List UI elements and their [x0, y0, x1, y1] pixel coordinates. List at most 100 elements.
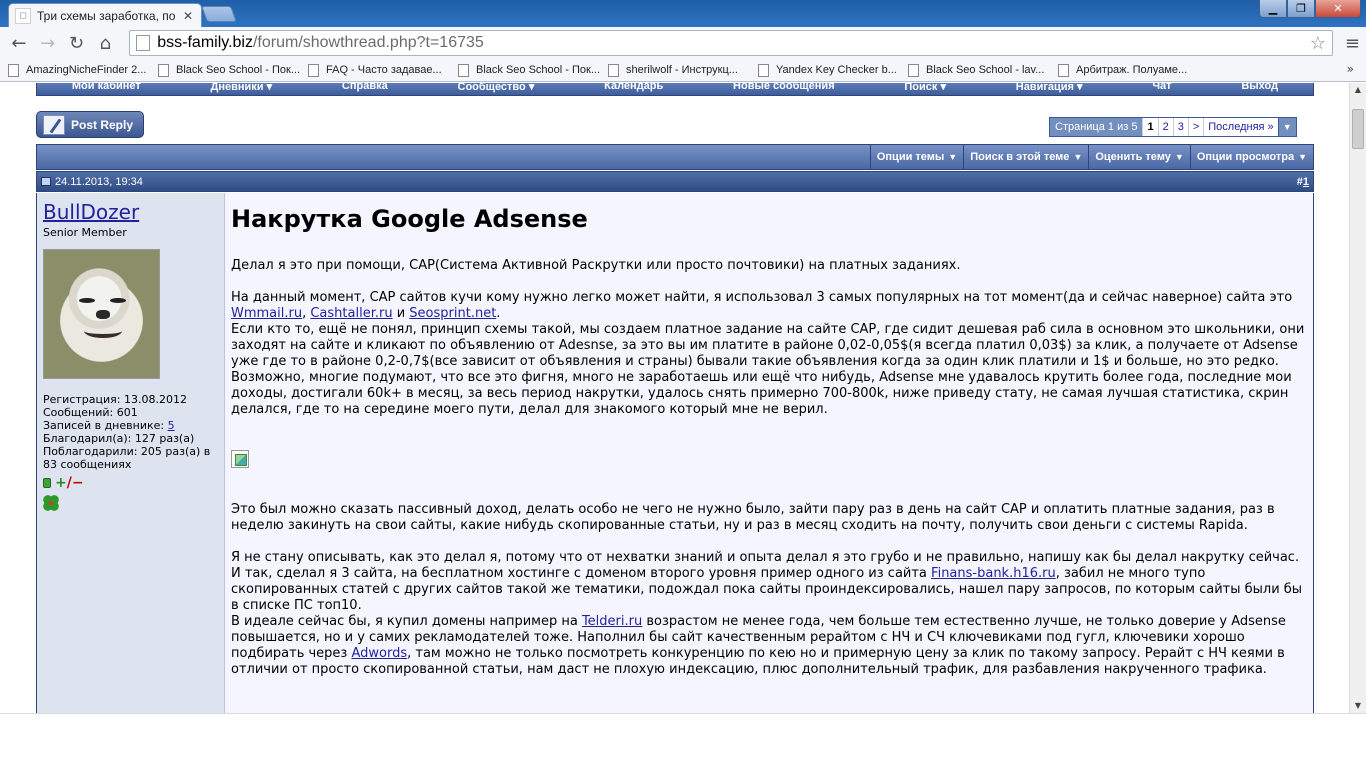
rate-thread-menu[interactable]: Оценить тему ▼ [1088, 145, 1189, 169]
user-messages: Сообщений: 601 [43, 406, 138, 419]
user-thanked: Благодарил(а): 127 раз(а) [43, 432, 195, 445]
link-cashtaller[interactable]: Cashtaller.ru [310, 306, 392, 321]
nav-community[interactable]: Сообщество ▾ [458, 83, 535, 93]
page-icon [158, 63, 169, 77]
back-arrow-icon[interactable]: ← [6, 30, 32, 56]
user-diary: Записей в дневнике: 5 [43, 419, 218, 432]
bookmarks-overflow-icon[interactable]: » [1347, 62, 1354, 76]
chevron-down-icon: ▼ [1174, 152, 1184, 162]
bookmark-item[interactable]: Black Seo School - lav... [908, 63, 1058, 77]
scroll-down-icon[interactable]: ▼ [1350, 699, 1366, 713]
link-finans-bank[interactable]: Finans-bank.h16.ru [931, 566, 1056, 581]
close-window-button[interactable]: ✕ [1315, 0, 1361, 18]
page-icon [1058, 63, 1069, 77]
minimize-button[interactable]: ▁ [1259, 0, 1287, 18]
scroll-thumb[interactable] [1352, 109, 1364, 149]
page-icon [908, 63, 919, 77]
display-options-label: Опции просмотра [1196, 151, 1295, 163]
post-reply-button[interactable]: Post Reply [36, 111, 144, 138]
nav-search[interactable]: Поиск ▾ [904, 83, 946, 93]
page-icon [136, 35, 151, 51]
link-seosprint[interactable]: Seosprint.net [409, 306, 496, 321]
post-number-link[interactable]: 1 [1303, 176, 1309, 188]
reload-icon[interactable]: ↻ [64, 30, 90, 56]
link-adwords[interactable]: Adwords [351, 646, 407, 661]
link-telderi[interactable]: Telderi.ru [582, 614, 642, 629]
text-span: В идеале сейчас бы, я купил домены напри… [231, 614, 582, 629]
bookmarks-bar: AmazingNicheFinder 2... Black Seo School… [0, 59, 1366, 82]
page-favicon-icon: ◻ [15, 8, 31, 24]
page-link[interactable]: 2 [1157, 118, 1173, 136]
post-content: Накрутка Google Adsense Делал я это при … [225, 193, 1313, 713]
bookmark-item[interactable]: FAQ - Часто задавае... [308, 63, 458, 77]
nav-logout[interactable]: Выход [1241, 83, 1278, 92]
reputation-icons: +/− [43, 475, 218, 491]
icq-clover-icon[interactable] [43, 495, 59, 511]
nav-chat[interactable]: Чат [1152, 83, 1171, 92]
add-reputation-icon[interactable]: +/− [55, 475, 84, 491]
bookmark-star-icon[interactable]: ☆ [1310, 33, 1326, 54]
forward-arrow-icon[interactable]: → [35, 30, 61, 56]
tab-strip: ◻ Три схемы заработка, по к ✕ ▁ ❐ ✕ [0, 0, 1366, 28]
user-registration: Регистрация: 13.08.2012 [43, 393, 187, 406]
bookmark-item[interactable]: sherilwolf - Инструкц... [608, 63, 758, 77]
address-bar[interactable]: bss-family.biz/forum/showthread.php?t=16… [129, 30, 1333, 56]
bookmark-label: Yandex Key Checker b... [776, 64, 897, 76]
nav-calendar[interactable]: Календарь [604, 83, 663, 92]
page-link[interactable]: 3 [1172, 118, 1188, 136]
chevron-down-icon: ▼ [948, 152, 958, 162]
bookmark-label: sherilwolf - Инструкц... [626, 64, 738, 76]
new-tab-button[interactable] [201, 6, 237, 22]
bookmark-item[interactable]: Арбитраж. Полуаме... [1058, 63, 1208, 77]
page-jump-dropdown-icon[interactable]: ▼ [1277, 118, 1296, 136]
nav-diaries[interactable]: Дневники ▾ [211, 83, 273, 93]
thread-options-menu[interactable]: Опции темы ▼ [869, 145, 963, 169]
last-page-link[interactable]: Последняя » [1203, 118, 1277, 136]
user-diary-link[interactable]: 5 [168, 419, 175, 432]
search-thread-menu[interactable]: Поиск в этой теме ▼ [963, 145, 1088, 169]
bookmark-item[interactable]: Yandex Key Checker b... [758, 63, 908, 77]
page-icon [458, 63, 469, 77]
url-host: bss-family.biz [157, 34, 253, 51]
post-body: BullDozer Senior Member Регистрация: 13.… [36, 193, 1314, 713]
maximize-button[interactable]: ❐ [1287, 0, 1315, 18]
forum-navbar: Мой кабинет Дневники ▾ Справка Сообществ… [36, 83, 1314, 96]
nav-my-cabinet[interactable]: Мой кабинет [72, 83, 141, 92]
window-controls: ▁ ❐ ✕ [1259, 0, 1361, 18]
text-span: На данный момент, САР сайтов кучи кому н… [231, 290, 1293, 305]
post-status-icon [41, 177, 51, 186]
bottom-blank-area [0, 713, 1366, 768]
thread-tools-bar: Опции темы ▼ Поиск в этой теме ▼ Оценить т… [36, 144, 1314, 170]
bookmark-item[interactable]: Black Seo School - Пок... [458, 63, 608, 77]
nav-new-posts[interactable]: Новые сообщения [733, 83, 835, 92]
tab-title: Три схемы заработка, по к [37, 9, 177, 23]
link-wmmail[interactable]: Wmmail.ru [231, 306, 302, 321]
home-icon[interactable]: ⌂ [92, 30, 118, 56]
page-icon [8, 63, 19, 77]
vertical-scrollbar[interactable]: ▲ ▼ [1349, 83, 1366, 713]
avatar[interactable] [43, 249, 160, 379]
tab-close-icon[interactable]: ✕ [181, 9, 195, 23]
bookmark-item[interactable]: Black Seo School - Пок... [158, 63, 308, 77]
scroll-up-icon[interactable]: ▲ [1350, 83, 1366, 97]
post-paragraph: В идеале сейчас бы, я купил домены напри… [231, 614, 1307, 678]
page-icon [308, 63, 319, 77]
menu-icon[interactable]: ≡ [1345, 33, 1360, 54]
username-link[interactable]: BullDozer [43, 200, 218, 224]
bookmark-label: FAQ - Часто задавае... [326, 64, 442, 76]
nav-navigation[interactable]: Навигация ▾ [1016, 83, 1083, 93]
post-number[interactable]: #1 [1297, 176, 1309, 188]
url-path: /forum/showthread.php?t=16735 [252, 34, 484, 51]
user-diary-label: Записей в дневнике: [43, 419, 168, 432]
bookmark-label: Black Seo School - Пок... [176, 64, 300, 76]
page-link-current: 1 [1142, 118, 1157, 136]
online-status-icon [43, 478, 51, 488]
broken-image-icon[interactable] [231, 450, 249, 468]
tab-active[interactable]: ◻ Три схемы заработка, по к ✕ [8, 3, 202, 28]
chevron-down-icon: ▼ [1073, 152, 1083, 162]
next-page-link[interactable]: > [1187, 118, 1203, 136]
bookmark-item[interactable]: AmazingNicheFinder 2... [8, 63, 158, 77]
nav-help[interactable]: Справка [342, 83, 388, 92]
display-options-menu[interactable]: Опции просмотра ▼ [1189, 145, 1313, 169]
post-paragraph: Я не стану описывать, как это делал я, п… [231, 550, 1307, 614]
